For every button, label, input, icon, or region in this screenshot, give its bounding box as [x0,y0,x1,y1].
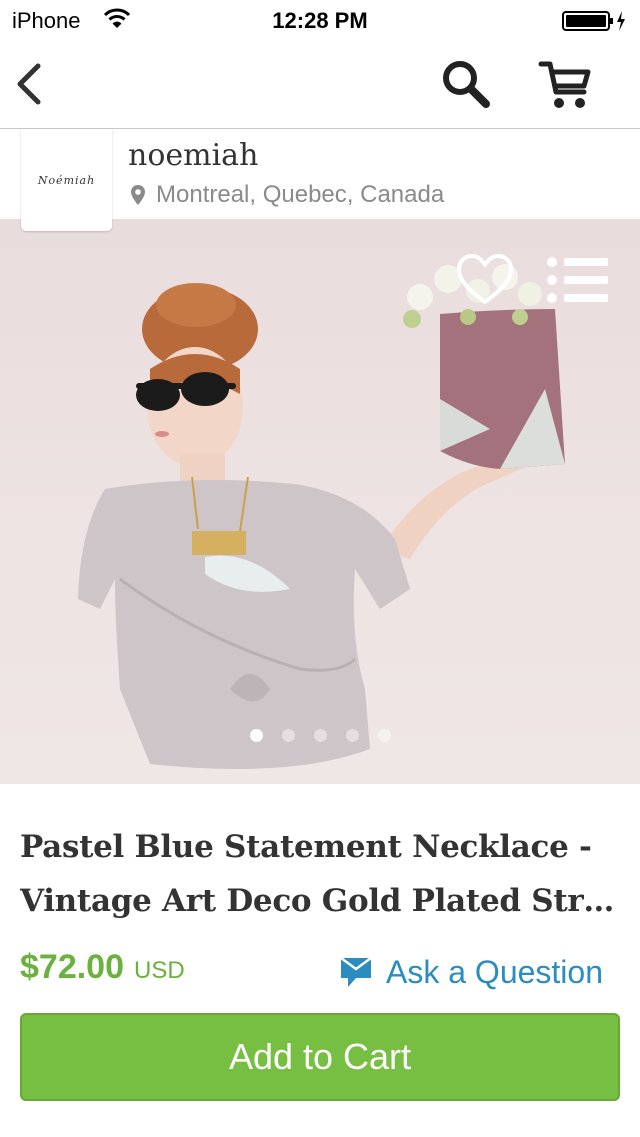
back-icon[interactable] [12,60,44,113]
product-image-gallery[interactable] [0,219,640,784]
page-dot-2[interactable] [282,729,295,742]
product-title-line-2: Vintage Art Deco Gold Plated Struct… [20,883,624,919]
nav-bar [0,40,640,129]
price: $72.00 [20,948,124,986]
heart-icon[interactable] [456,254,514,311]
shop-logo-text: Noémiah [37,174,96,187]
cart-icon[interactable] [538,58,594,117]
list-icon[interactable] [546,256,610,309]
product-photo [78,264,565,769]
page-dot-3[interactable] [314,729,327,742]
page-dot-4[interactable] [346,729,359,742]
status-bar: iPhone 12:28 PM [0,0,640,40]
status-time: 12:28 PM [272,8,368,33]
page-dot-1[interactable] [250,729,263,742]
page-dot-5[interactable] [378,729,391,742]
product-title-line-1: Pastel Blue Statement Necklace - [20,829,592,865]
ask-question-link[interactable]: Ask a Question [340,952,603,992]
gallery-page-indicator [0,729,640,743]
message-icon [340,955,372,989]
battery-icon [562,10,628,37]
add-to-cart-button[interactable]: Add to Cart [20,1013,620,1101]
search-icon[interactable] [440,58,494,117]
shop-location-text: Montreal, Quebec, Canada [156,181,445,208]
ask-question-label: Ask a Question [386,953,603,990]
shop-logo[interactable]: Noémiah [21,129,112,231]
price-row: $72.00 USD [20,948,185,996]
shop-name[interactable]: noemiah [128,138,258,173]
shop-location: Montreal, Quebec, Canada [130,181,444,209]
product-title: Pastel Blue Statement Necklace - Vintage… [20,820,624,928]
location-pin-icon [130,184,146,206]
currency: USD [134,957,185,984]
